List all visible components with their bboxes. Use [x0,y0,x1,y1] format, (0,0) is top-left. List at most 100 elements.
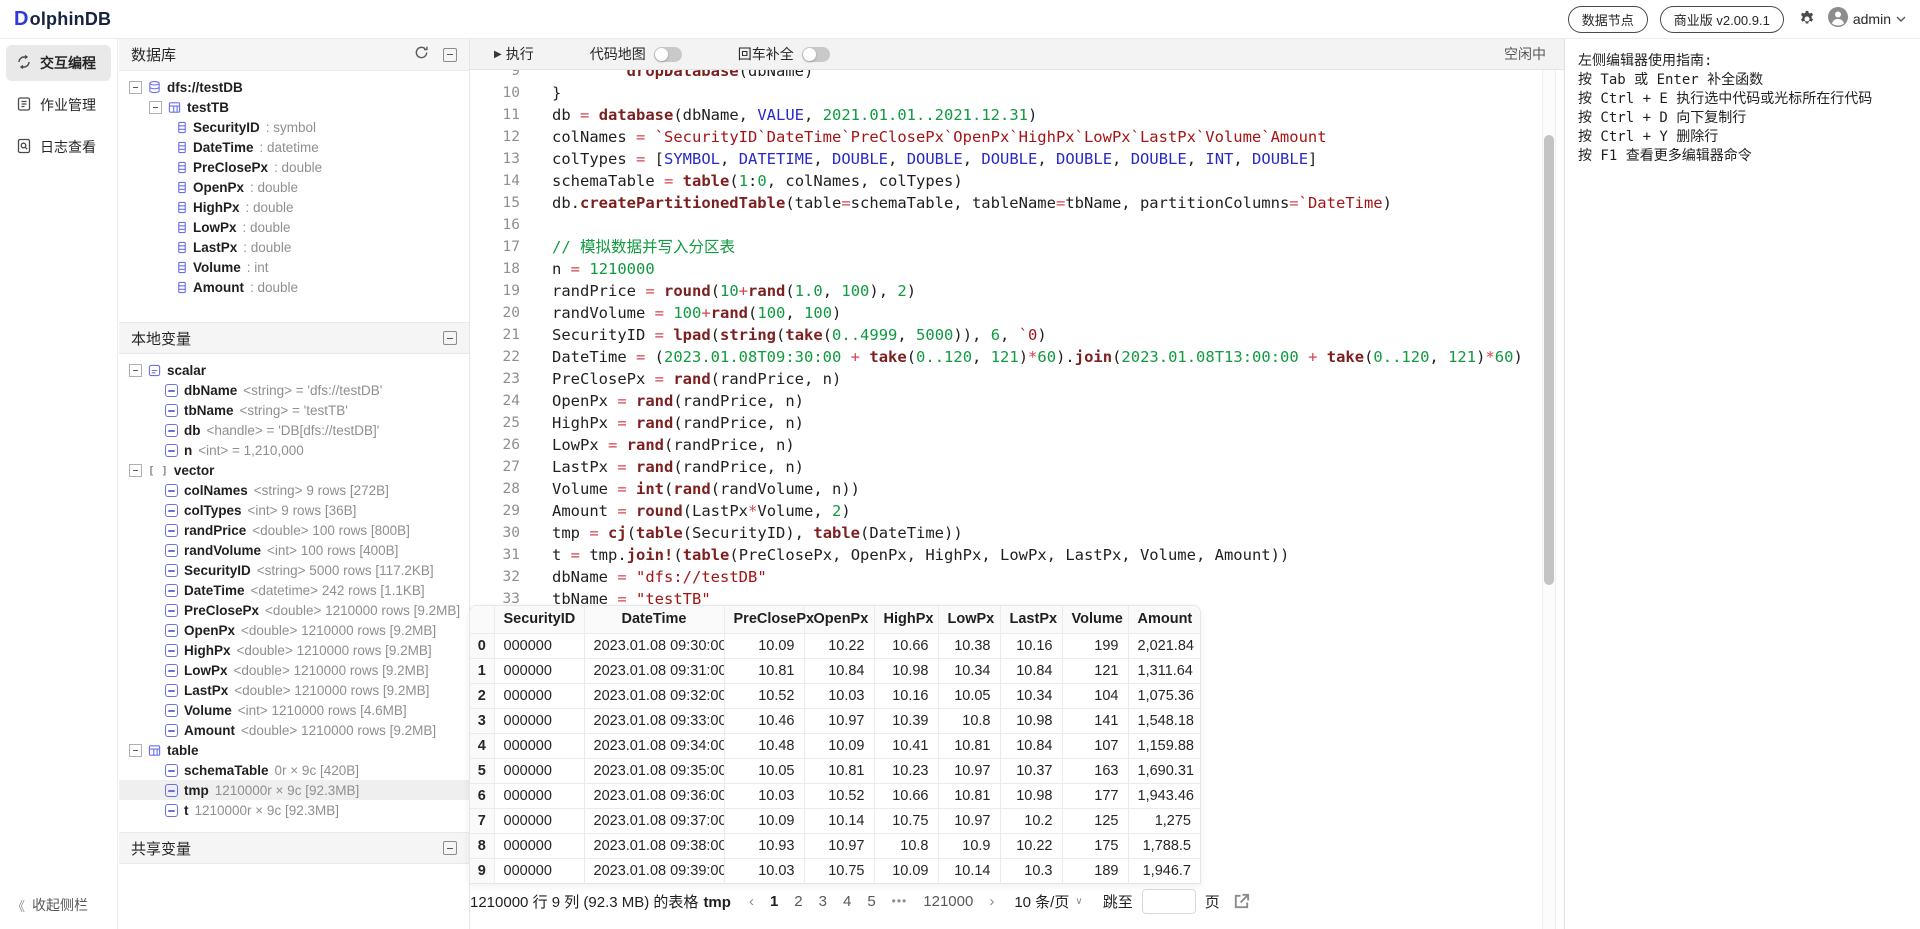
collapse-section-icon[interactable] [443,841,457,855]
tree-variable[interactable]: LastPx <double> 1210000 rows [9.2MB] [119,680,469,700]
code-line[interactable]: 13 colTypes = [SYMBOL, DATETIME, DOUBLE, … [470,148,1564,170]
code-line[interactable]: 30 tmp = cj(table(SecurityID), table(Date… [470,522,1564,544]
tree-variable[interactable]: colNames <string> 9 rows [272B] [119,480,469,500]
page-number[interactable]: 1 [770,893,778,910]
tree-column[interactable]: OpenPx: double [119,177,469,197]
tree-variable[interactable]: OpenPx <double> 1210000 rows [9.2MB] [119,620,469,640]
code-line[interactable]: 23 PreClosePx = rand(randPrice, n) [470,368,1564,390]
code-line[interactable]: 22 DateTime = (2023.01.08T09:30:00 + take… [470,346,1564,368]
page-number[interactable]: 4 [843,893,851,910]
line-number: 32 [502,569,520,585]
tree-variable[interactable]: dbName <string> = 'dfs://testDB' [119,380,469,400]
tree-database[interactable]: dfs://testDB [119,77,469,97]
page-number[interactable]: 2 [794,893,802,910]
tree-variable[interactable]: db <handle> = 'DB[dfs://testDB]' [119,420,469,440]
collapse-section-icon[interactable] [443,331,457,345]
tree-variable[interactable]: PreClosePx <double> 1210000 rows [9.2MB] [119,600,469,620]
minimap-toggle[interactable] [653,46,682,62]
table-cell: 1,943.46 [1128,783,1200,809]
database-section-header: 数据库 [119,39,469,71]
tree-expander-icon[interactable] [149,100,162,114]
tree-expander-icon[interactable] [129,463,142,477]
table-cell: 10.93 [724,833,805,859]
tree-table[interactable]: testTB [119,97,469,117]
collapse-section-icon[interactable] [443,47,457,62]
code-line[interactable]: 21 SecurityID = lpad(string(take(0..4999,… [470,324,1564,346]
tree-group-vector[interactable]: [ ] vector [119,460,469,480]
tree-column[interactable]: SecurityID: symbol [119,117,469,137]
code-line[interactable]: 11 db = database(dbName, VALUE, 2021.01.0… [470,104,1564,126]
tree-variable[interactable]: randPrice <double> 100 rows [800B] [119,520,469,540]
tree-column[interactable]: DateTime: datetime [119,137,469,157]
code-line[interactable]: 12 colNames = `SecurityID`DateTime`PreClo… [470,126,1564,148]
next-page-icon[interactable]: › [989,893,994,910]
code-line[interactable]: 14 schemaTable = table(1:0, colNames, col… [470,170,1564,192]
code-line[interactable]: 25 HighPx = rand(randPrice, n) [470,412,1564,434]
code-line[interactable]: 15 db.createPartitionedTable(table=schema… [470,192,1564,214]
sidebar-item-interactive-programming[interactable]: 交互编程 [6,45,111,81]
page-number[interactable]: 5 [867,893,875,910]
tree-group-scalar[interactable]: scalar [119,360,469,380]
data-node-button[interactable]: 数据节点 [1567,5,1648,33]
code-line[interactable]: 19 randPrice = round(10+rand(1.0, 100), 2… [470,280,1564,302]
code-line[interactable]: 26 LowPx = rand(randPrice, n) [470,434,1564,456]
run-button[interactable]: ▶ 执行 [494,44,534,64]
tree-expander-icon[interactable] [129,743,142,757]
tree-variable[interactable]: SecurityID <string> 5000 rows [117.2KB] [119,560,469,580]
code-line[interactable]: 24 OpenPx = rand(randPrice, n) [470,390,1564,412]
tree-variable[interactable]: tmp 1210000r × 9c [92.3MB] [119,780,469,800]
table-cell: 000000 [494,783,585,809]
variable-icon [165,623,178,637]
tree-variable[interactable]: HighPx <double> 1210000 rows [9.2MB] [119,640,469,660]
tree-variable[interactable]: colTypes <int> 9 rows [36B] [119,500,469,520]
tree-column[interactable]: LowPx: double [119,217,469,237]
code-line[interactable]: 27 LastPx = rand(randPrice, n) [470,456,1564,478]
autocomplete-toggle[interactable] [801,46,830,62]
code-line[interactable]: 29 Amount = round(LastPx*Volume, 2) [470,500,1564,522]
tree-variable[interactable]: Amount <double> 1210000 rows [9.2MB] [119,720,469,740]
variable-icon [165,523,178,537]
tree-group-table[interactable]: table [119,740,469,760]
tree-variable[interactable]: Volume <int> 1210000 rows [4.6MB] [119,700,469,720]
sidebar-item-job-management[interactable]: 作业管理 [6,87,111,123]
code-line[interactable]: 31 t = tmp.join!(table(PreClosePx, OpenPx… [470,544,1564,566]
page-size-select[interactable]: 10 条/页 ∨ [1014,891,1082,912]
code-line[interactable]: 32 dbName = "dfs://testDB" [470,566,1564,588]
settings-gear-icon[interactable] [1798,10,1816,28]
tree-variable[interactable]: t 1210000r × 9c [92.3MB] [119,800,469,820]
tree-variable[interactable]: DateTime <datetime> 242 rows [1.1KB] [119,580,469,600]
tree-column[interactable]: LastPx: double [119,237,469,257]
code-line[interactable]: 10} [470,82,1564,104]
export-icon[interactable] [1232,892,1251,911]
last-page-number[interactable]: 121000 [923,893,973,910]
table-cell: 10.03 [724,783,805,809]
tree-column[interactable]: HighPx: double [119,197,469,217]
user-menu[interactable]: admin [1827,6,1906,32]
sidebar-item-log-viewer[interactable]: 日志查看 [6,129,111,165]
page-number[interactable]: 3 [819,893,827,910]
collapse-sidebar-button[interactable]: 《 收起侧栏 [12,895,88,915]
tree-expander-icon[interactable] [129,80,142,94]
code-line[interactable]: 16 [470,214,1564,236]
code-line[interactable]: 17// 模拟数据并写入分区表 [470,236,1564,258]
jump-page-input[interactable] [1141,888,1196,914]
tree-column[interactable]: PreClosePx: double [119,157,469,177]
version-button[interactable]: 商业版 v2.00.9.1 [1659,5,1784,33]
row-index-cell: 5 [470,758,495,784]
tree-column[interactable]: Volume: int [119,257,469,277]
refresh-icon[interactable] [414,45,429,64]
scrollbar-thumb[interactable] [1544,135,1554,585]
code-line[interactable]: 18 n = 1210000 [470,258,1564,280]
code-line[interactable]: 20 randVolume = 100+rand(100, 100) [470,302,1564,324]
tree-variable[interactable]: LowPx <double> 1210000 rows [9.2MB] [119,660,469,680]
tree-expander-icon[interactable] [129,363,142,377]
code-line[interactable]: 9 dropDatabase(dbName) [470,70,1564,82]
code-line[interactable]: 28 Volume = int(rand(randVolume, n)) [470,478,1564,500]
prev-page-icon[interactable]: ‹ [749,893,754,910]
page-suffix: 页 [1204,893,1220,911]
tree-variable[interactable]: schemaTable 0r × 9c [420B] [119,760,469,780]
tree-column[interactable]: Amount: double [119,277,469,297]
tree-variable[interactable]: tbName <string> = 'testTB' [119,400,469,420]
tree-variable[interactable]: randVolume <int> 100 rows [400B] [119,540,469,560]
tree-variable[interactable]: n <int> = 1,210,000 [119,440,469,460]
